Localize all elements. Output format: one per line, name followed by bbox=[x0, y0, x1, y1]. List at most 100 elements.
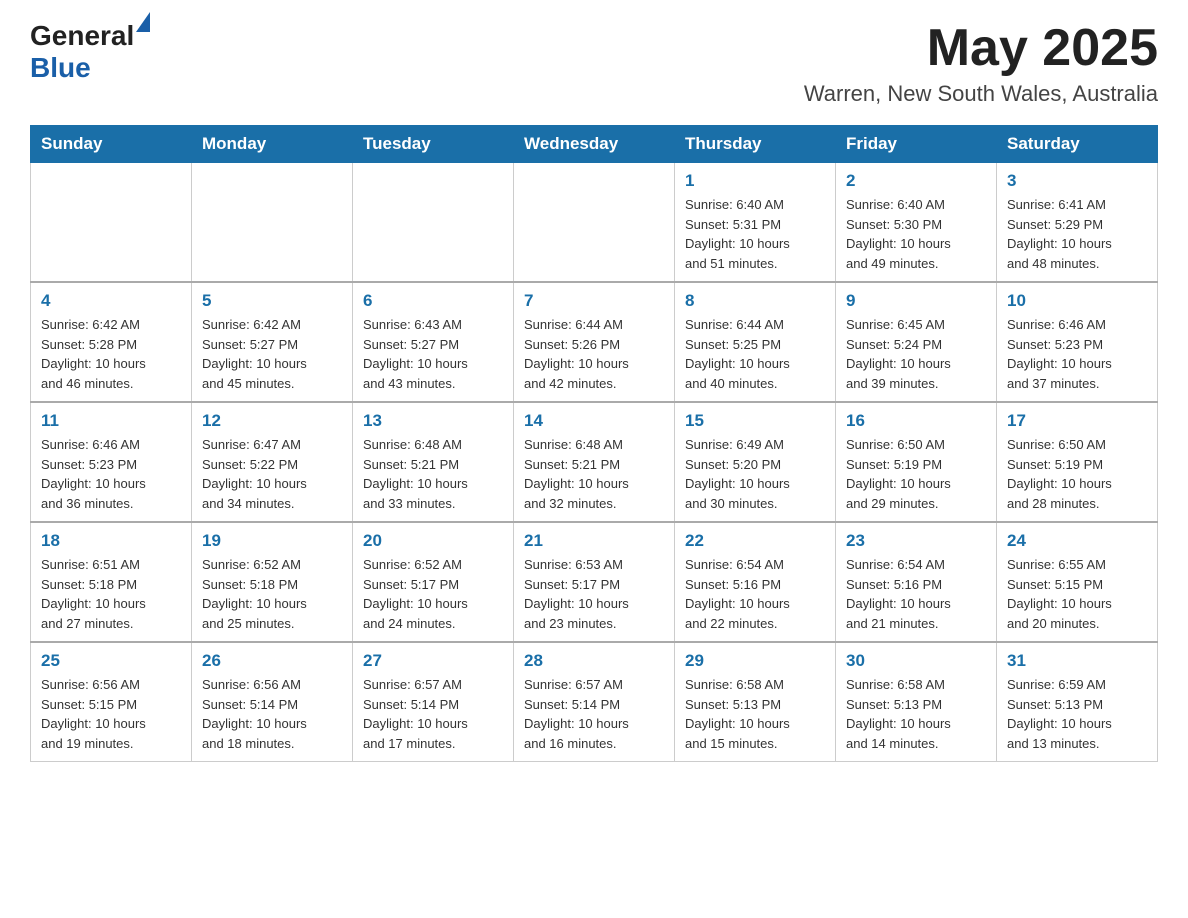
day-info: Sunrise: 6:46 AMSunset: 5:23 PMDaylight:… bbox=[41, 435, 181, 513]
calendar-week-row: 11 Sunrise: 6:46 AMSunset: 5:23 PMDayligh… bbox=[31, 402, 1158, 522]
day-number: 2 bbox=[846, 171, 986, 191]
calendar-cell: 23Sunrise: 6:54 AMSunset: 5:16 PMDayligh… bbox=[836, 522, 997, 642]
day-info: Sunrise: 6:53 AMSunset: 5:17 PMDaylight:… bbox=[524, 555, 664, 633]
calendar-cell: 21 Sunrise: 6:53 AMSunset: 5:17 PMDayligh… bbox=[514, 522, 675, 642]
calendar-cell: 31Sunrise: 6:59 AMSunset: 5:13 PMDayligh… bbox=[997, 642, 1158, 762]
day-number: 10 bbox=[1007, 291, 1147, 311]
day-number: 30 bbox=[846, 651, 986, 671]
day-info: Sunrise: 6:47 AMSunset: 5:22 PMDaylight:… bbox=[202, 435, 342, 513]
logo-blue: Blue bbox=[30, 52, 91, 83]
weekday-header-thursday: Thursday bbox=[675, 126, 836, 163]
day-number: 19 bbox=[202, 531, 342, 551]
day-info: Sunrise: 6:48 AMSunset: 5:21 PMDaylight:… bbox=[363, 435, 503, 513]
calendar-cell: 4Sunrise: 6:42 AMSunset: 5:28 PMDaylight… bbox=[31, 282, 192, 402]
calendar-cell: 3Sunrise: 6:41 AMSunset: 5:29 PMDaylight… bbox=[997, 163, 1158, 283]
calendar-cell: 13 Sunrise: 6:48 AMSunset: 5:21 PMDayligh… bbox=[353, 402, 514, 522]
day-number: 8 bbox=[685, 291, 825, 311]
calendar-cell bbox=[31, 163, 192, 283]
calendar-cell: 5 Sunrise: 6:42 AMSunset: 5:27 PMDaylight… bbox=[192, 282, 353, 402]
day-number: 22 bbox=[685, 531, 825, 551]
day-info: Sunrise: 6:44 AMSunset: 5:25 PMDaylight:… bbox=[685, 315, 825, 393]
calendar-cell: 25Sunrise: 6:56 AMSunset: 5:15 PMDayligh… bbox=[31, 642, 192, 762]
day-info: Sunrise: 6:42 AMSunset: 5:27 PMDaylight:… bbox=[202, 315, 342, 393]
calendar-cell: 26 Sunrise: 6:56 AMSunset: 5:14 PMDayligh… bbox=[192, 642, 353, 762]
calendar-cell bbox=[514, 163, 675, 283]
day-number: 20 bbox=[363, 531, 503, 551]
day-number: 26 bbox=[202, 651, 342, 671]
day-info: Sunrise: 6:43 AMSunset: 5:27 PMDaylight:… bbox=[363, 315, 503, 393]
calendar-cell: 9 Sunrise: 6:45 AMSunset: 5:24 PMDaylight… bbox=[836, 282, 997, 402]
calendar-title: May 2025 bbox=[804, 20, 1158, 77]
logo-general: General bbox=[30, 20, 134, 51]
day-number: 5 bbox=[202, 291, 342, 311]
calendar-week-row: 18Sunrise: 6:51 AMSunset: 5:18 PMDayligh… bbox=[31, 522, 1158, 642]
day-number: 24 bbox=[1007, 531, 1147, 551]
day-number: 25 bbox=[41, 651, 181, 671]
day-info: Sunrise: 6:55 AMSunset: 5:15 PMDaylight:… bbox=[1007, 555, 1147, 633]
day-number: 28 bbox=[524, 651, 664, 671]
day-info: Sunrise: 6:50 AMSunset: 5:19 PMDaylight:… bbox=[846, 435, 986, 513]
day-info: Sunrise: 6:42 AMSunset: 5:28 PMDaylight:… bbox=[41, 315, 181, 393]
calendar-subtitle: Warren, New South Wales, Australia bbox=[804, 81, 1158, 107]
calendar-cell bbox=[353, 163, 514, 283]
calendar-cell: 22Sunrise: 6:54 AMSunset: 5:16 PMDayligh… bbox=[675, 522, 836, 642]
calendar-week-row: 25Sunrise: 6:56 AMSunset: 5:15 PMDayligh… bbox=[31, 642, 1158, 762]
weekday-header-wednesday: Wednesday bbox=[514, 126, 675, 163]
day-number: 9 bbox=[846, 291, 986, 311]
day-info: Sunrise: 6:50 AMSunset: 5:19 PMDaylight:… bbox=[1007, 435, 1147, 513]
weekday-header-tuesday: Tuesday bbox=[353, 126, 514, 163]
day-number: 15 bbox=[685, 411, 825, 431]
day-number: 16 bbox=[846, 411, 986, 431]
day-info: Sunrise: 6:46 AMSunset: 5:23 PMDaylight:… bbox=[1007, 315, 1147, 393]
calendar-cell: 8 Sunrise: 6:44 AMSunset: 5:25 PMDaylight… bbox=[675, 282, 836, 402]
day-number: 14 bbox=[524, 411, 664, 431]
calendar-cell: 28 Sunrise: 6:57 AMSunset: 5:14 PMDayligh… bbox=[514, 642, 675, 762]
calendar-cell: 17Sunrise: 6:50 AMSunset: 5:19 PMDayligh… bbox=[997, 402, 1158, 522]
day-info: Sunrise: 6:49 AMSunset: 5:20 PMDaylight:… bbox=[685, 435, 825, 513]
day-info: Sunrise: 6:58 AMSunset: 5:13 PMDaylight:… bbox=[685, 675, 825, 753]
title-block: May 2025 Warren, New South Wales, Austra… bbox=[804, 20, 1158, 107]
calendar-cell bbox=[192, 163, 353, 283]
day-info: Sunrise: 6:44 AMSunset: 5:26 PMDaylight:… bbox=[524, 315, 664, 393]
day-number: 12 bbox=[202, 411, 342, 431]
day-info: Sunrise: 6:54 AMSunset: 5:16 PMDaylight:… bbox=[846, 555, 986, 633]
calendar-cell: 7 Sunrise: 6:44 AMSunset: 5:26 PMDaylight… bbox=[514, 282, 675, 402]
calendar-cell: 14Sunrise: 6:48 AMSunset: 5:21 PMDayligh… bbox=[514, 402, 675, 522]
calendar-cell: 1 Sunrise: 6:40 AMSunset: 5:31 PMDaylight… bbox=[675, 163, 836, 283]
day-number: 7 bbox=[524, 291, 664, 311]
calendar-cell: 30 Sunrise: 6:58 AMSunset: 5:13 PMDayligh… bbox=[836, 642, 997, 762]
day-number: 31 bbox=[1007, 651, 1147, 671]
day-info: Sunrise: 6:56 AMSunset: 5:14 PMDaylight:… bbox=[202, 675, 342, 753]
calendar-cell: 18Sunrise: 6:51 AMSunset: 5:18 PMDayligh… bbox=[31, 522, 192, 642]
calendar-cell: 16 Sunrise: 6:50 AMSunset: 5:19 PMDayligh… bbox=[836, 402, 997, 522]
day-info: Sunrise: 6:52 AMSunset: 5:17 PMDaylight:… bbox=[363, 555, 503, 633]
day-number: 29 bbox=[685, 651, 825, 671]
page-header: General Blue May 2025 Warren, New South … bbox=[30, 20, 1158, 107]
day-info: Sunrise: 6:51 AMSunset: 5:18 PMDaylight:… bbox=[41, 555, 181, 633]
calendar-week-row: 4Sunrise: 6:42 AMSunset: 5:28 PMDaylight… bbox=[31, 282, 1158, 402]
logo-triangle-icon bbox=[136, 12, 150, 32]
calendar-cell: 11 Sunrise: 6:46 AMSunset: 5:23 PMDayligh… bbox=[31, 402, 192, 522]
day-number: 13 bbox=[363, 411, 503, 431]
day-info: Sunrise: 6:45 AMSunset: 5:24 PMDaylight:… bbox=[846, 315, 986, 393]
calendar-cell: 19Sunrise: 6:52 AMSunset: 5:18 PMDayligh… bbox=[192, 522, 353, 642]
day-info: Sunrise: 6:58 AMSunset: 5:13 PMDaylight:… bbox=[846, 675, 986, 753]
day-number: 6 bbox=[363, 291, 503, 311]
day-number: 21 bbox=[524, 531, 664, 551]
day-info: Sunrise: 6:40 AMSunset: 5:31 PMDaylight:… bbox=[685, 195, 825, 273]
day-info: Sunrise: 6:57 AMSunset: 5:14 PMDaylight:… bbox=[363, 675, 503, 753]
day-number: 1 bbox=[685, 171, 825, 191]
calendar-cell: 29 Sunrise: 6:58 AMSunset: 5:13 PMDayligh… bbox=[675, 642, 836, 762]
calendar-cell: 20 Sunrise: 6:52 AMSunset: 5:17 PMDayligh… bbox=[353, 522, 514, 642]
weekday-header-monday: Monday bbox=[192, 126, 353, 163]
calendar-cell: 12 Sunrise: 6:47 AMSunset: 5:22 PMDayligh… bbox=[192, 402, 353, 522]
day-number: 27 bbox=[363, 651, 503, 671]
calendar-cell: 24 Sunrise: 6:55 AMSunset: 5:15 PMDayligh… bbox=[997, 522, 1158, 642]
calendar-table: SundayMondayTuesdayWednesdayThursdayFrid… bbox=[30, 125, 1158, 762]
calendar-cell: 10 Sunrise: 6:46 AMSunset: 5:23 PMDayligh… bbox=[997, 282, 1158, 402]
day-info: Sunrise: 6:40 AMSunset: 5:30 PMDaylight:… bbox=[846, 195, 986, 273]
day-number: 11 bbox=[41, 411, 181, 431]
calendar-cell: 15 Sunrise: 6:49 AMSunset: 5:20 PMDayligh… bbox=[675, 402, 836, 522]
day-info: Sunrise: 6:57 AMSunset: 5:14 PMDaylight:… bbox=[524, 675, 664, 753]
logo: General Blue bbox=[30, 20, 150, 84]
